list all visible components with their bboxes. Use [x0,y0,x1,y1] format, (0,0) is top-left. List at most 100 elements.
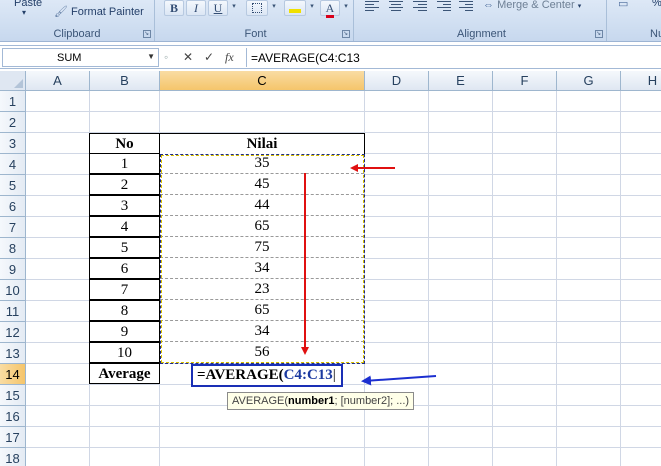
font-launcher-icon[interactable]: ↘ [342,30,350,38]
clipboard-launcher-icon[interactable]: ↘ [143,30,151,38]
tooltip-fn: AVERAGE( [232,395,289,407]
format-painter-button[interactable]: 🖌 Format Painter [54,5,144,18]
name-box[interactable]: SUM ▼ [2,48,159,67]
no-cell[interactable]: 3 [89,195,160,216]
column-header-f[interactable]: F [493,71,557,91]
bold-button[interactable]: B [164,0,184,16]
row-header-13[interactable]: 13 [0,343,26,364]
average-label-cell[interactable]: Average [89,363,160,384]
alignment-group-label: Alignment [457,28,506,40]
function-tooltip[interactable]: AVERAGE(number1; [number2]; ...) [227,392,415,410]
paste-button[interactable]: Paste [14,0,42,9]
borders-icon [252,3,262,13]
gridline [26,111,661,112]
row-header-11[interactable]: 11 [0,301,26,322]
insert-function-icon[interactable]: fx [225,50,234,65]
row-header-4[interactable]: 4 [0,154,26,175]
row-header-8[interactable]: 8 [0,238,26,259]
formula-bar-grip-icon: ◦ [164,50,169,64]
enter-icon[interactable]: ✓ [204,50,214,64]
paint-bucket-icon [289,9,301,13]
header-nilai-cell[interactable]: Nilai [159,133,365,154]
row-header-17[interactable]: 17 [0,427,26,448]
row-header-5[interactable]: 5 [0,175,26,196]
column-header-e[interactable]: E [429,71,493,91]
ribbon: Paste ▾ 🖌 Format Painter Clipboard ↘ B I… [0,0,661,42]
name-box-dropdown-icon[interactable]: ▼ [147,52,155,61]
cancel-icon[interactable]: ✕ [183,50,193,64]
row-header-9[interactable]: 9 [0,259,26,280]
worksheet-grid: A B C D E F G H 1 2 3 4 5 6 7 8 9 10 11 … [0,71,661,466]
increase-indent-icon[interactable] [459,1,473,13]
column-header-h[interactable]: H [621,71,661,91]
select-all-button[interactable] [0,71,26,91]
brush-icon: 🖌 [54,6,68,18]
alignment-launcher-icon[interactable]: ↘ [595,30,603,38]
row-header-15[interactable]: 15 [0,385,26,406]
column-header-d[interactable]: D [365,71,429,91]
merge-center-label: Merge & Center [497,0,575,11]
formula-range-ref: C4:C13 [283,367,333,383]
font-group-label: Font [244,28,267,40]
tooltip-arg1: number1 [288,395,335,407]
align-center-icon[interactable] [389,1,403,13]
paste-dropdown-icon[interactable]: ▾ [22,8,26,17]
cell-formula-text: =AVERAGE(C4:C13| [197,367,336,384]
fill-color-dropdown-icon[interactable]: ▾ [306,0,318,16]
borders-dropdown-icon[interactable]: ▾ [268,0,280,16]
merge-center-button[interactable]: ⇔ Merge & Center ▾ [483,0,581,11]
row-header-7[interactable]: 7 [0,217,26,238]
align-left-icon[interactable] [365,1,379,13]
no-cell[interactable]: 4 [89,216,160,237]
font-color-button[interactable]: A [320,0,340,18]
decrease-indent-icon[interactable] [437,1,451,13]
row-header-6[interactable]: 6 [0,196,26,217]
formula-bar: SUM ▼ ◦ ✕ ✓ fx =AVERAGE(C4:C13 [0,45,661,69]
no-cell[interactable]: 9 [89,321,160,342]
no-cell[interactable]: 8 [89,300,160,321]
row-header-3[interactable]: 3 [0,133,26,154]
row-header-18[interactable]: 18 [0,448,26,466]
no-cell[interactable]: 1 [89,153,160,174]
formula-text: =AVERAGE(C4:C13 [251,51,360,65]
clipboard-group-label: Clipboard [53,28,101,40]
header-no-cell[interactable]: No [89,133,160,154]
row-header-16[interactable]: 16 [0,406,26,427]
blue-arrow-left [361,375,437,386]
gridline [26,426,661,427]
percent-style-button[interactable]: % [652,0,661,9]
column-header-a[interactable]: A [26,71,90,91]
alignment-group: ⇔ Merge & Center ▾ Alignment ↘ [357,0,607,41]
accounting-format-icon[interactable]: ▭ [618,0,628,10]
formula-input[interactable]: =AVERAGE(C4:C13 [246,48,659,67]
no-cell[interactable]: 10 [89,342,160,363]
font-color-dropdown-icon[interactable]: ▾ [340,0,352,16]
align-right-icon[interactable] [413,1,427,13]
italic-button[interactable]: I [186,0,206,16]
select-all-triangle-icon [14,79,23,88]
no-cell[interactable]: 5 [89,237,160,258]
no-cell[interactable]: 7 [89,279,160,300]
merge-center-icon: ⇔ [483,0,494,11]
cells-area[interactable]: No Nilai 1 2 3 4 5 6 7 8 9 10 35 45 44 6… [26,91,661,466]
borders-button[interactable] [246,0,268,16]
range-selection-marquee [160,154,365,364]
text-cursor: | [332,367,336,383]
no-cell[interactable]: 6 [89,258,160,279]
row-header-12[interactable]: 12 [0,322,26,343]
column-header-c[interactable]: C [160,71,365,91]
underline-dropdown-icon[interactable]: ▾ [228,0,240,16]
font-color-icon: A [325,1,335,18]
column-header-g[interactable]: G [557,71,621,91]
merge-center-dropdown-icon: ▾ [577,3,582,10]
row-header-2[interactable]: 2 [0,112,26,133]
row-header-10[interactable]: 10 [0,280,26,301]
no-cell[interactable]: 2 [89,174,160,195]
column-header-b[interactable]: B [90,71,160,91]
underline-button[interactable]: U [208,0,228,16]
row-header-14[interactable]: 14 [0,364,26,385]
row-header-1[interactable]: 1 [0,91,26,112]
active-edit-cell[interactable]: =AVERAGE(C4:C13| [191,364,343,387]
number-group-label: Nu [650,28,661,40]
fill-color-button[interactable] [284,0,306,16]
